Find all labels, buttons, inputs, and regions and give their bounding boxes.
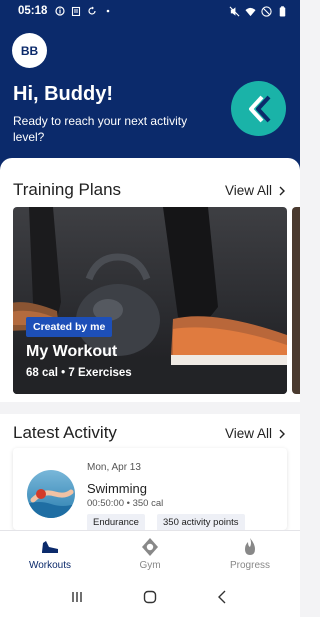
training-plans-view-all-button[interactable]: View All (225, 183, 286, 198)
swimmer-thumbnail (27, 470, 75, 518)
recents-icon[interactable] (69, 589, 85, 605)
nav-label: Progress (229, 559, 270, 571)
activity-name: Swimming (87, 481, 147, 496)
greeting-title: Hi, Buddy! (13, 83, 113, 105)
next-plan-card[interactable] (292, 207, 300, 394)
nav-item-gym[interactable]: Gym (100, 531, 200, 576)
clipboard-icon (72, 6, 81, 16)
activity-chip: Endurance (87, 514, 145, 530)
shoe-icon (42, 540, 58, 553)
nav-label: Workouts (28, 559, 72, 571)
status-time: 05:18 (18, 5, 48, 17)
content-sheet: Training Plans View All Created by me My… (0, 158, 300, 530)
workout-photo (13, 207, 287, 394)
greeting-subtitle: Ready to reach your next activity level? (13, 114, 188, 144)
wifi-icon (245, 7, 256, 16)
avatar[interactable]: BB (12, 33, 47, 68)
info-icon (55, 6, 66, 16)
activity-date: Mon, Apr 13 (87, 462, 141, 473)
avatar-initials: BB (20, 43, 39, 58)
dot-icon (107, 9, 110, 13)
training-plan-card[interactable]: Created by me My Workout 68 cal • 7 Exer… (13, 207, 287, 394)
chevron-logo-icon (231, 81, 286, 136)
system-nav-bar (0, 576, 300, 617)
back-icon[interactable] (215, 589, 231, 605)
view-all-label: View All (225, 426, 273, 441)
created-by-me-badge: Created by me (26, 317, 113, 337)
view-all-label: View All (225, 183, 273, 198)
chevron-right-icon (279, 429, 286, 438)
dnd-icon (261, 5, 272, 17)
nav-item-workouts[interactable]: Workouts (0, 531, 100, 576)
plan-name: My Workout (26, 343, 118, 360)
header-hero: 05:18 BB Hi, Buddy! Ready to reach your … (0, 0, 300, 175)
battery-icon (279, 5, 286, 17)
nav-item-progress[interactable]: Progress (200, 531, 300, 576)
chevron-right-icon (279, 186, 286, 195)
latest-activity-view-all-button[interactable]: View All (225, 426, 286, 441)
activity-card[interactable]: Mon, Apr 13 Swimming 00:50:00 • 350 cal … (13, 448, 287, 530)
mute-icon (229, 6, 240, 16)
location-pin-icon (142, 537, 158, 556)
status-bar: 05:18 (0, 0, 300, 22)
bottom-nav: Workouts Gym Progress (0, 530, 300, 576)
sync-icon (88, 6, 97, 15)
plan-meta: 68 cal • 7 Exercises (26, 367, 132, 379)
nav-label: Gym (139, 559, 161, 571)
activity-meta: 00:50:00 • 350 cal (87, 498, 164, 509)
activity-chip: 350 activity points (157, 514, 245, 530)
home-icon[interactable] (142, 589, 158, 605)
section-divider (0, 402, 300, 414)
training-plans-title: Training Plans (13, 180, 122, 199)
latest-activity-title: Latest Activity (13, 423, 117, 442)
flame-icon (245, 537, 255, 555)
